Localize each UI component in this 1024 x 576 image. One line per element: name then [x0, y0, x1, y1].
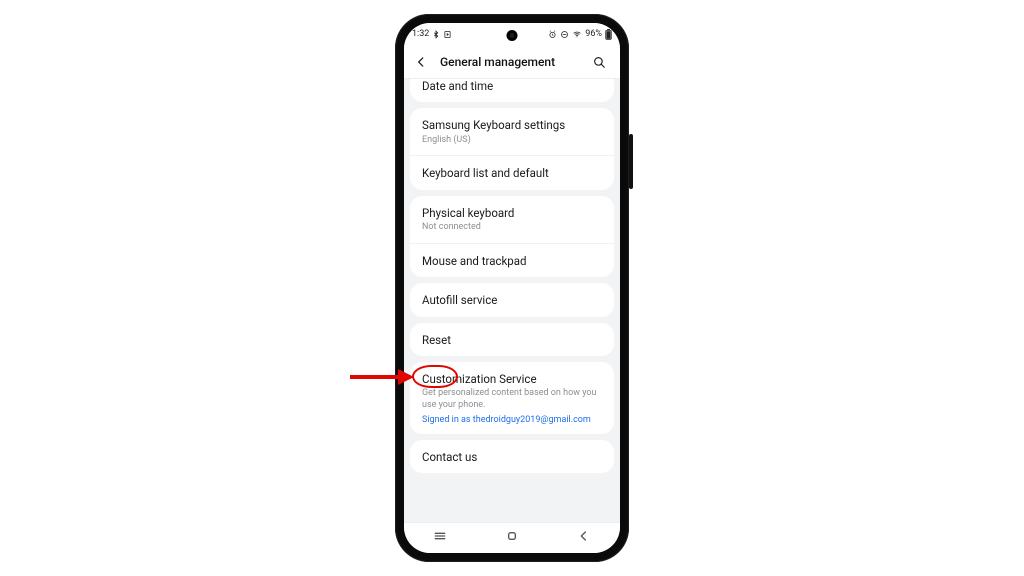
item-label: Customization Service — [422, 372, 602, 386]
page-title: General management — [440, 55, 580, 69]
back-button[interactable] — [410, 51, 432, 73]
phone-frame: 1:32 96% — [395, 14, 629, 562]
settings-list[interactable]: Date and time Samsung Keyboard settings … — [404, 79, 620, 523]
wifi-icon — [572, 30, 582, 39]
phone-screen: 1:32 96% — [404, 23, 620, 553]
item-signin-link[interactable]: Signed in as thedroidguy2019@gmail.com — [422, 415, 602, 425]
app-bar: General management — [404, 45, 620, 79]
bluetooth-icon — [432, 30, 440, 39]
group-autofill: Autofill service — [410, 283, 614, 316]
media-icon — [443, 30, 452, 39]
group-date-time: Date and time — [410, 79, 614, 102]
android-nav-bar — [404, 522, 620, 553]
item-date-time[interactable]: Date and time — [410, 79, 614, 102]
item-label: Contact us — [422, 450, 602, 464]
status-time: 1:32 — [412, 29, 429, 39]
group-input: Physical keyboard Not connected Mouse an… — [410, 196, 614, 277]
nav-recents[interactable] — [432, 528, 448, 548]
item-label: Samsung Keyboard settings — [422, 118, 602, 132]
item-physical-keyboard[interactable]: Physical keyboard Not connected — [410, 196, 614, 243]
group-keyboard: Samsung Keyboard settings English (US) K… — [410, 108, 614, 189]
item-reset[interactable]: Reset — [410, 323, 614, 356]
battery-percent: 96% — [585, 29, 602, 39]
item-customization[interactable]: Customization Service Get personalized c… — [410, 362, 614, 434]
group-customization: Customization Service Get personalized c… — [410, 362, 614, 434]
group-reset: Reset — [410, 323, 614, 356]
item-mouse-trackpad[interactable]: Mouse and trackpad — [410, 243, 614, 277]
nav-home[interactable] — [504, 528, 520, 548]
dnd-icon — [560, 30, 569, 39]
item-contact-us[interactable]: Contact us — [410, 440, 614, 473]
item-label: Mouse and trackpad — [422, 254, 602, 268]
item-label: Autofill service — [422, 293, 602, 307]
phone-camera — [507, 30, 518, 41]
item-subtext: Get personalized content based on how yo… — [422, 388, 602, 411]
item-subtext: Not connected — [422, 222, 602, 234]
nav-back[interactable] — [576, 528, 592, 548]
search-button[interactable] — [588, 51, 610, 73]
item-label: Date and time — [422, 79, 602, 93]
item-subtext: English (US) — [422, 135, 602, 147]
group-contact: Contact us — [410, 440, 614, 473]
item-keyboard-list[interactable]: Keyboard list and default — [410, 155, 614, 189]
battery-icon — [605, 29, 612, 40]
item-label: Physical keyboard — [422, 206, 602, 220]
item-autofill[interactable]: Autofill service — [410, 283, 614, 316]
item-label: Keyboard list and default — [422, 166, 602, 180]
item-label: Reset — [422, 333, 602, 347]
item-samsung-keyboard[interactable]: Samsung Keyboard settings English (US) — [410, 108, 614, 155]
alarm-icon — [548, 30, 557, 39]
phone-side-button — [629, 134, 633, 189]
